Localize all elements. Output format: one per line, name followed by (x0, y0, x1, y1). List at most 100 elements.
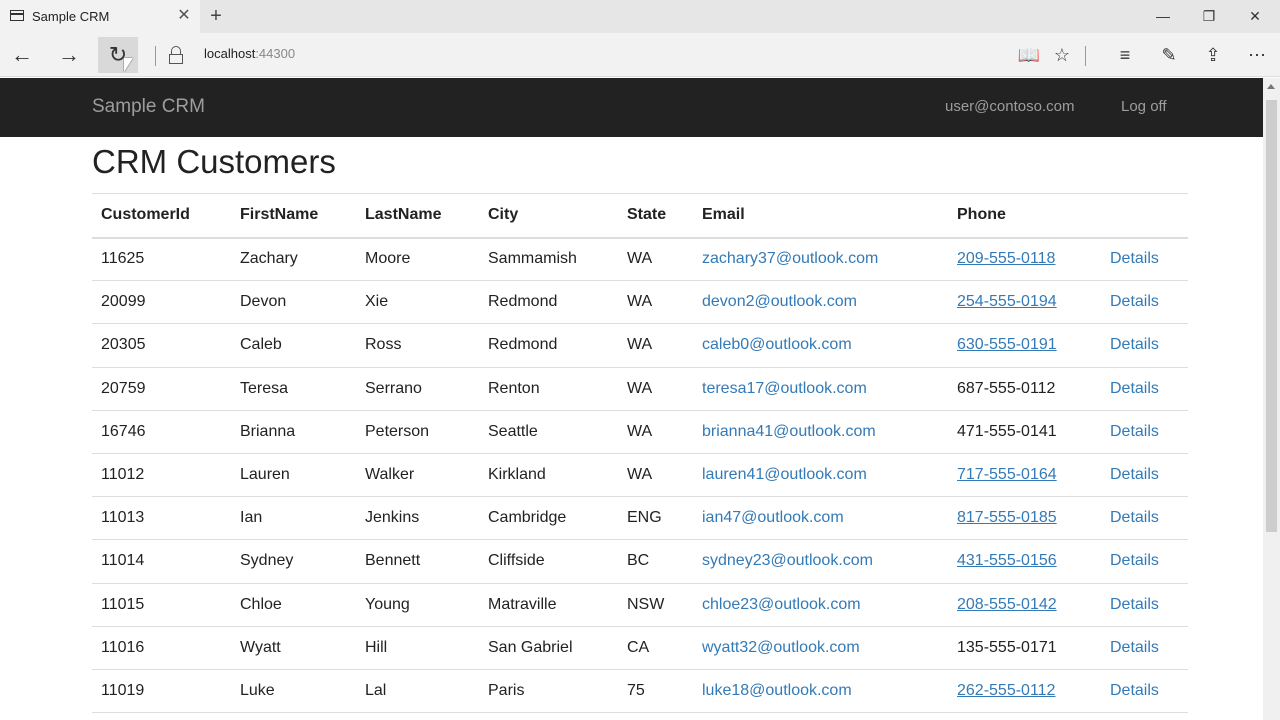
hub-icon[interactable]: ≡ (1111, 41, 1139, 69)
back-button[interactable]: ← (2, 37, 42, 73)
share-icon[interactable]: ⇪ (1199, 41, 1227, 69)
cell-state: 75 (618, 669, 693, 714)
details-link[interactable]: Details (1110, 509, 1159, 526)
header-state: State (618, 193, 693, 239)
cell-phone-link[interactable]: 717-555-0164 (957, 466, 1057, 483)
cell-customer-id: 11015 (92, 583, 231, 627)
details-link[interactable]: Details (1110, 250, 1159, 267)
cell-email: devon2@outlook.com (693, 280, 948, 325)
page-scrollbar[interactable] (1263, 78, 1280, 720)
cell-phone: 262-555-0112 (948, 669, 1101, 714)
user-email-link[interactable]: user@contoso.com (945, 98, 1074, 115)
toolbar-divider (1085, 46, 1086, 66)
page-icon (10, 10, 24, 21)
details: Details (1101, 410, 1188, 454)
cell-phone-link[interactable]: 254-555-0194 (957, 293, 1057, 310)
cell-last-name: Bennett (356, 539, 479, 584)
details: Details (1101, 583, 1188, 627)
cell-city: Redmond (479, 323, 618, 368)
cell-email-link[interactable]: ian47@outlook.com (702, 509, 844, 526)
cell-phone-link[interactable]: 262-555-0112 (957, 682, 1055, 699)
customers-table: CustomerId FirstName LastName City State… (92, 193, 1188, 714)
cell-email: wyatt32@outlook.com (693, 626, 948, 670)
details-link[interactable]: Details (1110, 639, 1159, 656)
cell-email: ian47@outlook.com (693, 496, 948, 541)
cell-first-name: Chloe (231, 583, 356, 627)
cell-customer-id: 11014 (92, 539, 231, 584)
cell-email-link[interactable]: chloe23@outlook.com (702, 596, 861, 613)
cell-first-name: Teresa (231, 367, 356, 411)
reading-view-icon[interactable]: 📖 (1015, 41, 1043, 69)
cell-email-link[interactable]: caleb0@outlook.com (702, 336, 852, 353)
site-navbar: Sample CRM user@contoso.com Log off (0, 78, 1263, 137)
toolbar-divider (155, 46, 156, 66)
cell-email: chloe23@outlook.com (693, 583, 948, 627)
cell-first-name: Zachary (231, 237, 356, 282)
cell-first-name: Caleb (231, 323, 356, 368)
cell-phone: 717-555-0164 (948, 453, 1101, 498)
table-row: 20099 Devon Xie Redmond WA devon2@outlook.com… (92, 280, 1188, 325)
table-row: 16746 Brianna Peterson Seattle WA brianna41@o… (92, 410, 1188, 454)
brand-link[interactable]: Sample CRM (92, 96, 205, 118)
cell-phone-link[interactable]: 630-555-0191 (957, 336, 1057, 353)
more-icon[interactable]: ⋯ (1243, 41, 1271, 69)
cell-email-link[interactable]: teresa17@outlook.com (702, 380, 867, 397)
cell-last-name: Walker (356, 453, 479, 498)
table-row: 11625 Zachary Moore Sammamish WA zachary37@ou… (92, 237, 1188, 282)
details-link[interactable]: Details (1110, 682, 1159, 699)
forward-button[interactable]: → (49, 37, 89, 73)
cell-state: WA (618, 323, 693, 368)
details-link[interactable]: Details (1110, 423, 1159, 440)
minimize-button[interactable]: — (1140, 0, 1186, 33)
cell-phone: 687-555-0112 (948, 367, 1101, 411)
cell-first-name: Devon (231, 280, 356, 325)
cell-first-name: Lauren (231, 453, 356, 498)
cell-customer-id: 20099 (92, 280, 231, 325)
details-link[interactable]: Details (1110, 552, 1159, 569)
cell-email-link[interactable]: zachary37@outlook.com (702, 250, 878, 267)
cell-phone-link[interactable]: 817-555-0185 (957, 509, 1057, 526)
address-bar[interactable]: localhost:44300 (204, 46, 295, 61)
lock-icon[interactable] (168, 46, 184, 64)
cell-phone: 208-555-0142 (948, 583, 1101, 627)
close-window-button[interactable]: ✕ (1232, 0, 1278, 33)
details: Details (1101, 237, 1188, 282)
browser-tab[interactable]: Sample CRM ✕ (0, 0, 200, 33)
cell-city: Matraville (479, 583, 618, 627)
cell-customer-id: 16746 (92, 410, 231, 454)
cell-phone-link[interactable]: 209-555-0118 (957, 250, 1055, 267)
details-link[interactable]: Details (1110, 293, 1159, 310)
details: Details (1101, 539, 1188, 584)
header-email: Email (693, 193, 948, 239)
details-link[interactable]: Details (1110, 336, 1159, 353)
scrollbar-thumb[interactable] (1266, 100, 1277, 532)
cell-state: WA (618, 453, 693, 498)
details: Details (1101, 669, 1188, 714)
details-link[interactable]: Details (1110, 466, 1159, 483)
cell-email-link[interactable]: brianna41@outlook.com (702, 423, 876, 440)
details-link[interactable]: Details (1110, 380, 1159, 397)
details: Details (1101, 453, 1188, 498)
cell-phone-link[interactable]: 431-555-0156 (957, 552, 1057, 569)
cell-email-link[interactable]: wyatt32@outlook.com (702, 639, 860, 656)
cell-last-name: Lal (356, 669, 479, 714)
details-link[interactable]: Details (1110, 596, 1159, 613)
cell-city: Cambridge (479, 496, 618, 541)
close-tab-icon[interactable]: ✕ (175, 6, 193, 26)
logoff-link[interactable]: Log off (1121, 98, 1167, 115)
cell-phone-link[interactable]: 208-555-0142 (957, 596, 1057, 613)
table-row: 11013 Ian Jenkins Cambridge ENG ian47@outlook… (92, 496, 1188, 541)
details: Details (1101, 496, 1188, 541)
new-tab-button[interactable]: + (206, 4, 226, 28)
cell-email-link[interactable]: sydney23@outlook.com (702, 552, 873, 569)
cell-email-link[interactable]: lauren41@outlook.com (702, 466, 867, 483)
scroll-up-arrow-icon[interactable] (1267, 84, 1275, 89)
cell-email: caleb0@outlook.com (693, 323, 948, 368)
cell-email-link[interactable]: devon2@outlook.com (702, 293, 857, 310)
favorite-star-icon[interactable]: ☆ (1048, 41, 1076, 69)
header-phone: Phone (948, 193, 1101, 239)
web-note-icon[interactable]: ✎ (1155, 41, 1183, 69)
restore-button[interactable]: ❐ (1186, 0, 1232, 33)
cell-phone: 135-555-0171 (948, 626, 1101, 670)
cell-email-link[interactable]: luke18@outlook.com (702, 682, 852, 699)
